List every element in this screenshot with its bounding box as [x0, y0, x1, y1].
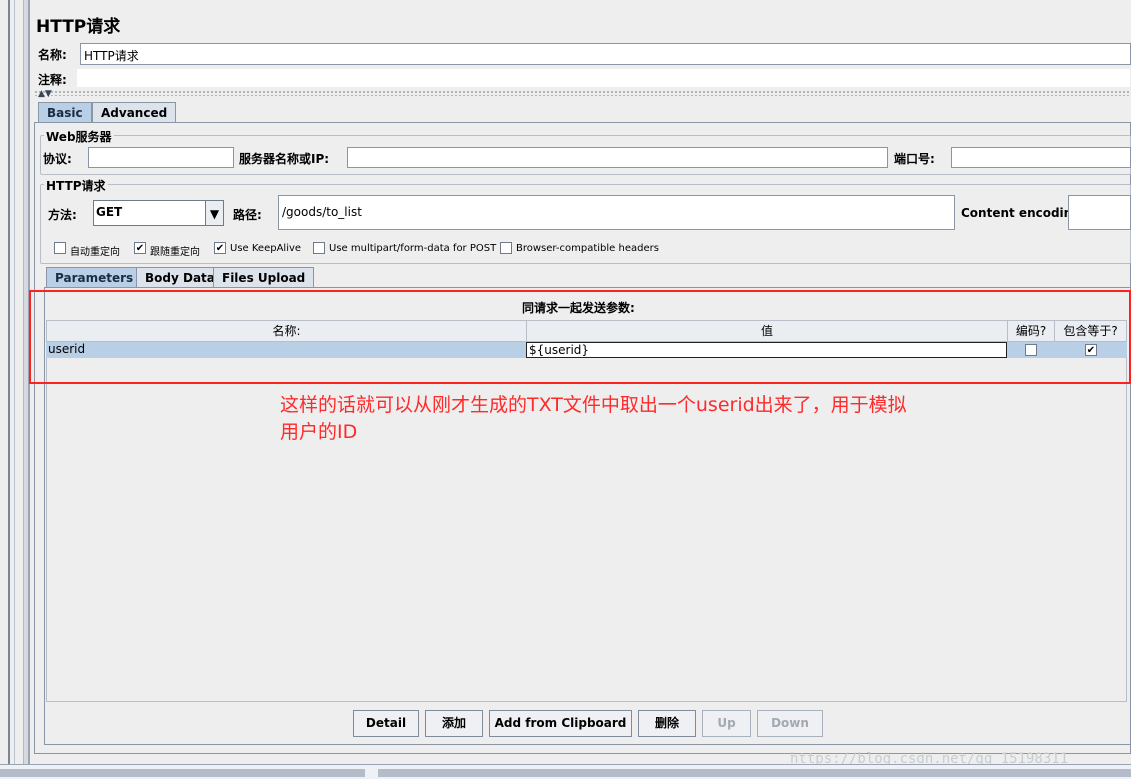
browser-headers-checkbox[interactable] — [500, 242, 512, 254]
add-button[interactable]: 添加 — [425, 710, 483, 737]
auto-redirect-checkbox[interactable] — [54, 242, 66, 254]
browser-headers-label: Browser-compatible headers — [516, 243, 659, 254]
port-label: 端口号: — [894, 152, 935, 166]
auto-redirect-label: 自动重定向 — [70, 247, 120, 258]
annotation-highlight-box — [29, 290, 1131, 384]
chevron-down-icon[interactable]: ▼ — [205, 201, 223, 225]
protocol-label: 协议: — [43, 152, 72, 166]
comment-label: 注释: — [38, 73, 67, 87]
panel-title: HTTP请求 — [36, 17, 121, 37]
horizontal-scrollbar[interactable] — [0, 764, 1131, 779]
tab-advanced[interactable]: Advanced — [92, 102, 177, 123]
multipart-checkbox[interactable] — [313, 242, 325, 254]
tab-body-data[interactable]: Body Data — [136, 267, 224, 288]
keepalive-label: Use KeepAlive — [230, 243, 302, 254]
tab-basic[interactable]: Basic — [38, 102, 92, 123]
tree-splitter[interactable] — [8, 0, 10, 764]
method-select[interactable]: GET ▼ — [93, 200, 224, 226]
up-button[interactable]: Up — [702, 710, 751, 737]
scrollbar-track[interactable] — [0, 769, 365, 777]
protocol-field[interactable] — [88, 147, 234, 168]
encoding-field[interactable] — [1068, 195, 1131, 230]
multipart-label: Use multipart/form-data for POST — [329, 243, 497, 254]
follow-redirect-checkbox[interactable]: ✔ — [134, 242, 146, 254]
name-field[interactable]: HTTP请求 — [80, 43, 1131, 65]
splitter-handle[interactable] — [34, 90, 1131, 96]
add-from-clipboard-button[interactable]: Add from Clipboard — [489, 710, 632, 737]
web-server-group-title: Web服务器 — [44, 128, 114, 145]
tab-parameters[interactable]: Parameters — [46, 267, 143, 288]
annotation-text-line1: 这样的话就可以从刚才生成的TXT文件中取出一个userid出来了，用于模拟 — [280, 394, 907, 416]
collapse-arrows-icon[interactable]: ▲▼ — [38, 89, 52, 99]
name-label: 名称: — [38, 48, 67, 62]
path-field[interactable]: /goods/to_list — [278, 195, 955, 230]
scrollbar-thumb[interactable] — [378, 769, 1131, 777]
method-label: 方法: — [48, 208, 77, 222]
tree-panel-edge — [0, 0, 24, 764]
encoding-label: Content encoding: — [961, 206, 1086, 220]
annotation-text-line2: 用户的ID — [280, 421, 358, 443]
http-request-group-title: HTTP请求 — [44, 177, 108, 194]
down-button[interactable]: Down — [757, 710, 823, 737]
comment-field[interactable] — [76, 68, 1131, 88]
tab-files-upload[interactable]: Files Upload — [213, 267, 315, 288]
method-value: GET — [94, 201, 206, 225]
follow-redirect-label: 跟随重定向 — [150, 247, 200, 258]
server-field[interactable] — [347, 147, 888, 168]
path-label: 路径: — [233, 208, 262, 222]
detail-button[interactable]: Detail — [353, 710, 419, 737]
tree-guide-line — [14, 0, 15, 764]
delete-button[interactable]: 删除 — [638, 710, 696, 737]
keepalive-checkbox[interactable]: ✔ — [214, 242, 226, 254]
port-field[interactable] — [951, 147, 1131, 168]
server-label: 服务器名称或IP: — [239, 152, 330, 166]
